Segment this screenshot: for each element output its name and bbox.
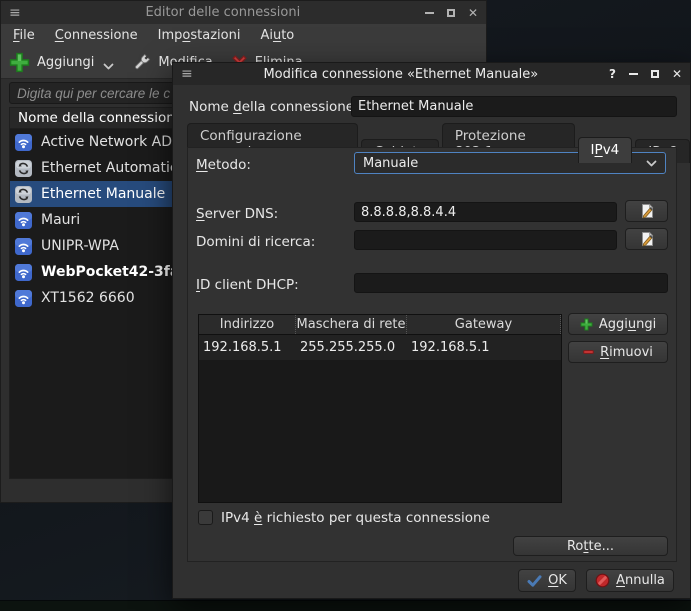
connection-name: Mauri <box>41 212 80 228</box>
maximize-icon[interactable] <box>651 70 659 78</box>
check-icon <box>527 574 542 588</box>
col-header-address[interactable]: Indirizzo <box>199 315 296 334</box>
cancel-label: Annulla <box>616 573 665 588</box>
connection-name-label: Nome della connessione: <box>189 99 359 115</box>
close-icon[interactable]: ✕ <box>672 68 682 80</box>
wifi-icon <box>15 264 32 281</box>
ok-label: OK <box>548 573 567 588</box>
wifi-icon <box>15 238 32 255</box>
wifi-icon <box>15 212 32 229</box>
wrench-icon <box>132 53 151 72</box>
menu-file[interactable]: File <box>3 26 45 45</box>
connection-name: Active Network ADSL <box>41 134 189 150</box>
close-icon[interactable]: ✕ <box>468 7 478 19</box>
cancel-button[interactable]: Annulla <box>586 569 674 592</box>
ethernet-icon <box>15 160 32 177</box>
maximize-icon[interactable] <box>447 9 455 17</box>
tab-ipv4[interactable]: IPv4 <box>578 137 633 163</box>
ok-button[interactable]: OK <box>518 569 576 592</box>
pencil-icon <box>639 231 655 247</box>
dialog-title: Modifica connessione «Ethernet Manuale» <box>201 67 601 82</box>
col-header-netmask[interactable]: Maschera di rete <box>296 315 407 334</box>
minimize-icon[interactable] <box>629 73 638 75</box>
chevron-down-icon[interactable] <box>103 63 114 70</box>
window-menu-icon[interactable]: ≡ <box>181 67 193 81</box>
dialog-titlebar[interactable]: ≡ Modifica connessione «Ethernet Manuale… <box>173 63 690 85</box>
toolbar-add-label: Aggiungi <box>37 55 94 70</box>
no-entry-icon <box>595 573 610 588</box>
pencil-icon <box>639 203 655 219</box>
toolbar-add-button[interactable]: Aggiungi <box>9 52 114 73</box>
add-address-label: Aggiungi <box>599 317 656 332</box>
plus-icon <box>580 318 593 331</box>
dhcp-client-id-input[interactable] <box>354 273 668 293</box>
add-plus-icon <box>9 52 30 73</box>
routes-button[interactable]: Rotte... <box>513 536 668 556</box>
minus-icon <box>583 350 594 354</box>
addresses-table-header: Indirizzo Maschera di rete Gateway <box>199 315 561 335</box>
add-address-button[interactable]: Aggiungi <box>568 313 668 335</box>
screen-bottom-edge <box>0 600 691 611</box>
ipv4-required-checkbox[interactable] <box>198 510 213 525</box>
connection-name: Ethernet Automatica <box>41 160 186 176</box>
minimize-icon[interactable] <box>425 12 434 14</box>
dhcp-client-id-label: ID client DHCP: <box>196 277 299 293</box>
ethernet-icon <box>15 186 32 203</box>
editor-titlebar[interactable]: ≡ Editor delle connessioni ✕ <box>1 1 486 24</box>
window-menu-icon[interactable]: ≡ <box>9 6 21 20</box>
col-header-gateway[interactable]: Gateway <box>407 315 561 334</box>
addresses-table[interactable]: Indirizzo Maschera di rete Gateway 192.1… <box>198 314 562 503</box>
menu-settings[interactable]: Impostazioni <box>148 26 251 45</box>
screen: ≡ Editor delle connessioni ✕ File Connes… <box>0 0 691 611</box>
cell-address[interactable]: 192.168.5.1 <box>199 335 296 360</box>
dns-edit-button[interactable] <box>625 200 668 222</box>
wifi-icon <box>15 134 32 151</box>
ipv4-required-label[interactable]: IPv4 è richiesto per questa connessione <box>221 510 490 526</box>
cell-netmask[interactable]: 255.255.255.0 <box>296 335 407 360</box>
connection-name: UNIPR-WPA <box>41 238 119 254</box>
method-value: Manuale <box>363 156 418 171</box>
connection-name: Ethernet Manuale <box>41 186 165 202</box>
editor-window-title: Editor delle connessioni <box>29 5 417 20</box>
method-label: Metodo: <box>196 157 251 173</box>
wifi-icon <box>15 290 32 307</box>
ipv4-settings-panel: Metodo: Manuale Server DNS: 8.8.8.8,8.8.… <box>187 147 677 562</box>
connection-name: XT1562 6660 <box>41 290 135 306</box>
remove-address-button[interactable]: Rimuovi <box>568 341 668 363</box>
connection-name-input[interactable]: Ethernet Manuale <box>351 96 677 117</box>
routes-label: Rotte... <box>567 539 614 554</box>
menubar: File Connessione Impostazioni Aiuto <box>1 24 486 46</box>
edit-connection-dialog: ≡ Modifica connessione «Ethernet Manuale… <box>172 62 691 599</box>
search-domains-input[interactable] <box>354 230 617 250</box>
remove-address-label: Rimuovi <box>600 345 653 360</box>
table-row[interactable]: 192.168.5.1 255.255.255.0 192.168.5.1 <box>199 335 561 360</box>
chevron-down-icon <box>646 160 657 167</box>
connection-name: WebPocket42-3fa6 <box>41 264 189 280</box>
cell-gateway[interactable]: 192.168.5.1 <box>407 335 561 360</box>
search-domains-label: Domini di ricerca: <box>196 234 315 250</box>
help-icon[interactable]: ? <box>609 67 616 81</box>
menu-help[interactable]: Aiuto <box>250 26 304 45</box>
dns-input[interactable]: 8.8.8.8,8.8.4.4 <box>354 202 617 222</box>
search-domains-edit-button[interactable] <box>625 228 668 250</box>
menu-connection[interactable]: Connessione <box>45 26 148 45</box>
dns-label: Server DNS: <box>196 206 278 222</box>
